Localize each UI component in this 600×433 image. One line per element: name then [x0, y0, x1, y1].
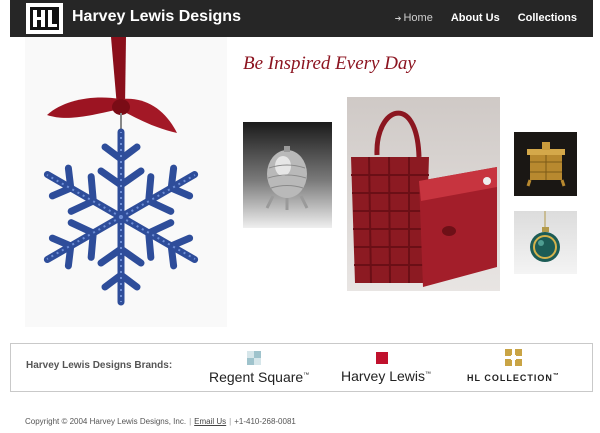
- brands-bar: Harvey Lewis Designs Brands: Regent Squa…: [10, 343, 593, 392]
- footer: Copyright © 2004 Harvey Lewis Designs, I…: [25, 417, 296, 426]
- email-us-link[interactable]: Email Us: [194, 417, 226, 426]
- copyright-text: Copyright © 2004 Harvey Lewis Designs, I…: [25, 417, 187, 426]
- phone-number: +1-410-268-0081: [234, 417, 296, 426]
- snowflake-ornament-image: [25, 37, 227, 327]
- nav-home[interactable]: ➔ Home: [395, 12, 433, 24]
- brand-regent-square[interactable]: Regent Square™: [209, 351, 309, 387]
- tagline: Be Inspired Every Day: [243, 53, 416, 74]
- brands-label: Harvey Lewis Designs Brands:: [26, 360, 173, 371]
- hl-collection-icon: [505, 349, 522, 366]
- main-nav: ➔ Home About Us Collections: [395, 12, 577, 24]
- red-basket-image: [347, 97, 500, 291]
- arrow-right-icon: ➔: [394, 14, 402, 23]
- brand-hl-collection[interactable]: HL COLLECTION™: [467, 349, 577, 387]
- nav-collections[interactable]: Collections: [518, 12, 577, 24]
- harvey-lewis-square-icon: [376, 352, 388, 364]
- hl-logo[interactable]: [26, 3, 63, 34]
- site-header: Harvey Lewis Designs ➔ Home About Us Coll…: [10, 0, 593, 37]
- regent-square-icon: [247, 351, 261, 365]
- ornament-ball-image: [514, 211, 577, 274]
- site-title[interactable]: Harvey Lewis Designs: [72, 8, 241, 26]
- gold-box-image: [514, 132, 577, 196]
- brand-harvey-lewis[interactable]: Harvey Lewis™: [341, 352, 441, 388]
- nav-about-us[interactable]: About Us: [451, 12, 500, 24]
- silver-egg-image: [243, 122, 332, 228]
